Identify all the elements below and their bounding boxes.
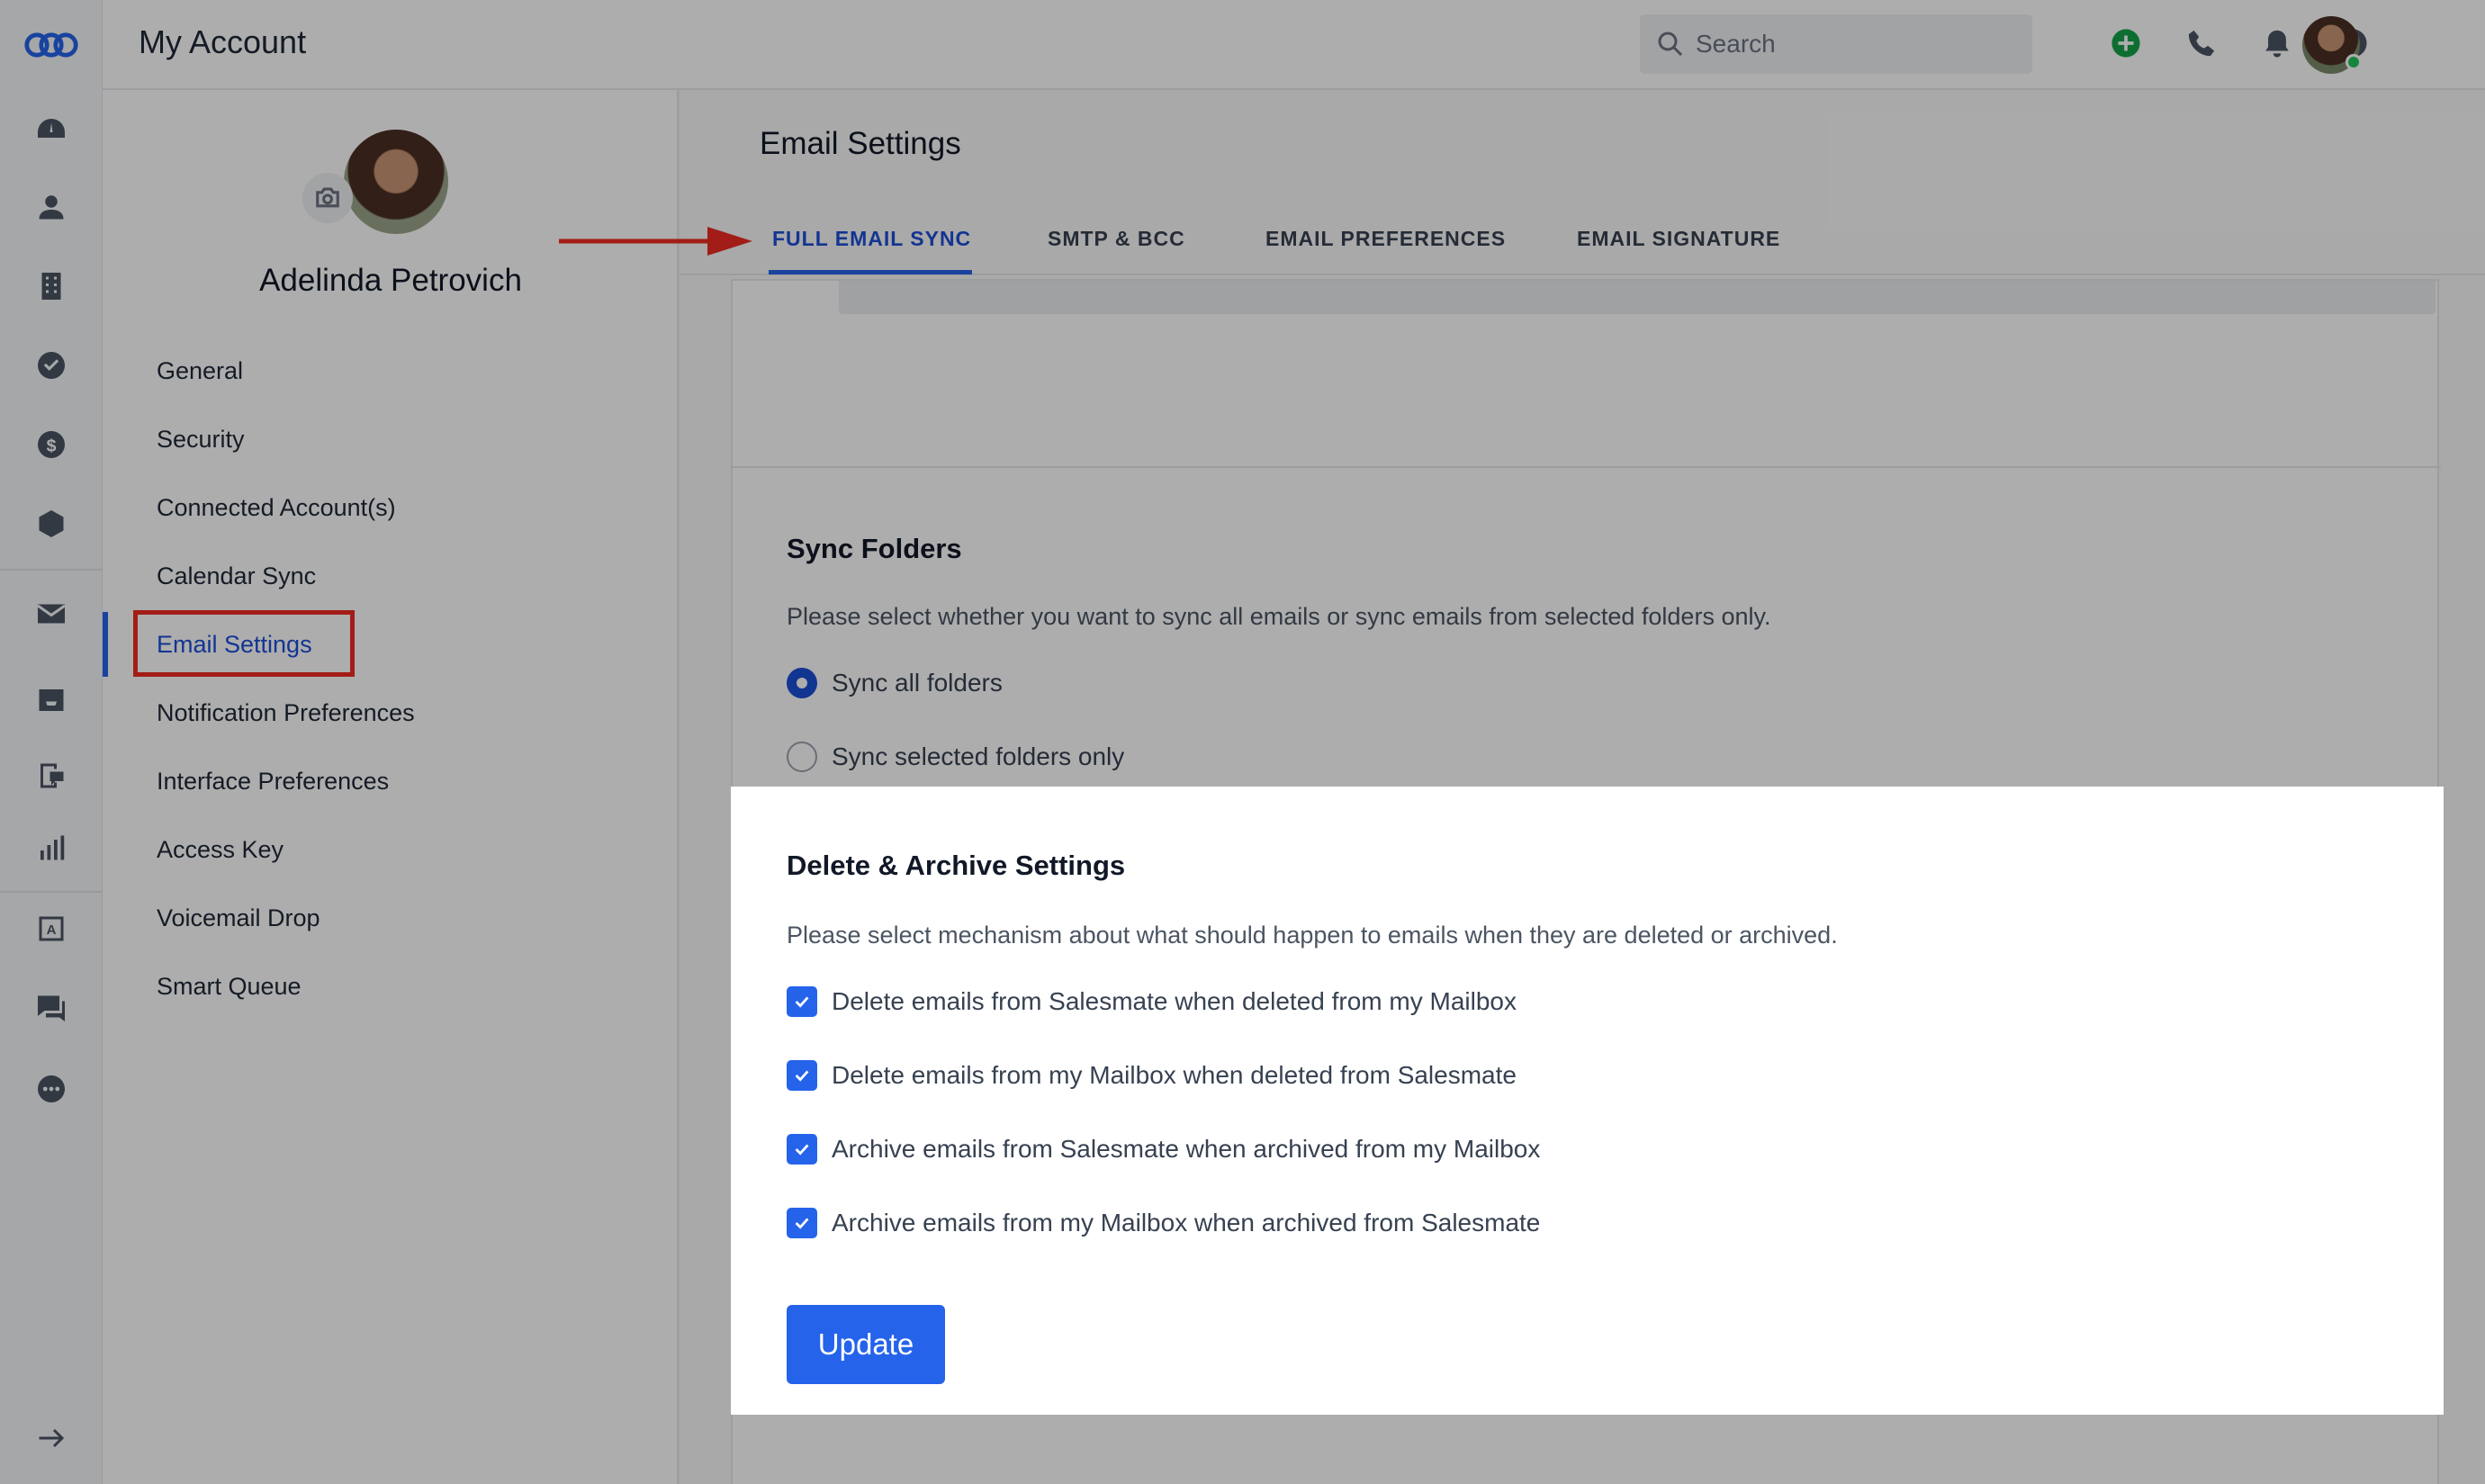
inbox-icon[interactable]: [0, 673, 103, 727]
delete-archive-description: Please select mechanism about what shoul…: [787, 922, 1838, 949]
tab-email-signature[interactable]: EMAIL SIGNATURE: [1577, 227, 1780, 251]
top-bar: My Account ?: [103, 0, 2485, 90]
checkbox-delete-mailbox-from-salesmate[interactable]: Delete emails from my Mailbox when delet…: [787, 1060, 1517, 1091]
checkbox[interactable]: [787, 1060, 817, 1091]
radio-button-selected[interactable]: [787, 668, 817, 698]
checkbox-label: Archive emails from my Mailbox when arch…: [832, 1209, 1541, 1237]
search-box[interactable]: [1640, 14, 2032, 74]
previous-section-strip: [839, 281, 2435, 314]
sync-folders-description: Please select whether you want to sync a…: [787, 603, 1771, 630]
profile-avatar: [344, 130, 448, 234]
camera-icon[interactable]: [302, 173, 353, 223]
products-icon[interactable]: [0, 497, 103, 551]
tab-full-email-sync[interactable]: FULL EMAIL SYNC: [772, 227, 971, 251]
sync-folders-title: Sync Folders: [787, 533, 962, 564]
radio-sync-all-folders[interactable]: Sync all folders: [787, 668, 1003, 698]
radio-button[interactable]: [787, 742, 817, 772]
annotation-arrow-icon: [559, 227, 752, 256]
checkbox-label: Delete emails from Salesmate when delete…: [832, 987, 1517, 1015]
reports-icon[interactable]: [0, 821, 103, 875]
menu-item-security[interactable]: Security: [157, 419, 245, 459]
radio-sync-selected-folders[interactable]: Sync selected folders only: [787, 742, 1124, 772]
menu-item-connected-accounts[interactable]: Connected Account(s): [157, 488, 396, 527]
search-icon: [1658, 31, 1683, 57]
active-menu-indicator: [103, 612, 108, 677]
radio-label: Sync all folders: [832, 669, 1003, 697]
radio-label: Sync selected folders only: [832, 742, 1125, 770]
sequences-icon[interactable]: [0, 749, 103, 803]
delete-archive-title: Delete & Archive Settings: [787, 850, 1126, 881]
app-title: My Account: [139, 23, 307, 60]
contacts-icon[interactable]: [0, 180, 103, 234]
profile-name: Adelinda Petrovich: [259, 263, 522, 298]
account-sidebar: Adelinda Petrovich General Security Conn…: [103, 90, 679, 1484]
deals-icon[interactable]: $: [0, 418, 103, 472]
online-status-dot: [2345, 54, 2362, 70]
page-title: Email Settings: [760, 126, 961, 161]
menu-item-smart-queue[interactable]: Smart Queue: [157, 967, 302, 1006]
tab-bar: FULL EMAIL SYNC SMTP & BCC EMAIL PREFERE…: [559, 207, 2485, 275]
menu-item-access-key[interactable]: Access Key: [157, 830, 284, 869]
checkbox[interactable]: [787, 1134, 817, 1165]
tasks-icon[interactable]: [0, 338, 103, 392]
menu-item-voicemail-drop[interactable]: Voicemail Drop: [157, 898, 320, 938]
bell-icon[interactable]: [2259, 25, 2295, 61]
update-button[interactable]: Update: [787, 1305, 945, 1384]
companies-icon[interactable]: [0, 259, 103, 313]
menu-item-notification-preferences[interactable]: Notification Preferences: [157, 693, 415, 733]
menu-item-interface-preferences[interactable]: Interface Preferences: [157, 761, 389, 801]
tab-email-preferences[interactable]: EMAIL PREFERENCES: [1265, 227, 1506, 251]
search-input[interactable]: [1696, 27, 2011, 61]
email-icon[interactable]: [0, 587, 103, 641]
menu-item-calendar-sync[interactable]: Calendar Sync: [157, 556, 316, 596]
section-divider: [733, 466, 2441, 468]
delete-archive-panel: Delete & Archive Settings Please select …: [731, 787, 2444, 1415]
svg-text:$: $: [47, 436, 57, 456]
checkbox-label: Delete emails from my Mailbox when delet…: [832, 1061, 1517, 1089]
expand-icon[interactable]: [0, 1411, 103, 1465]
menu-item-email-settings[interactable]: Email Settings: [157, 625, 312, 664]
chat-icon[interactable]: [0, 981, 103, 1035]
phone-icon[interactable]: [2183, 25, 2219, 61]
checkbox[interactable]: [787, 986, 817, 1017]
left-rail: $ A: [0, 0, 103, 1484]
add-icon[interactable]: [2108, 25, 2144, 61]
logo-icon[interactable]: [0, 18, 103, 72]
active-tab-underline: [769, 270, 972, 274]
menu-item-general[interactable]: General: [157, 351, 243, 391]
more-icon[interactable]: [0, 1062, 103, 1116]
checkbox[interactable]: [787, 1208, 817, 1238]
checkbox-delete-salesmate-from-mailbox[interactable]: Delete emails from Salesmate when delete…: [787, 986, 1517, 1017]
svg-text:A: A: [47, 922, 57, 938]
checkbox-label: Archive emails from Salesmate when archi…: [832, 1135, 1541, 1163]
checkbox-archive-mailbox-from-salesmate[interactable]: Archive emails from my Mailbox when arch…: [787, 1208, 1540, 1238]
checkbox-archive-salesmate-from-mailbox[interactable]: Archive emails from Salesmate when archi…: [787, 1134, 1540, 1165]
dashboard-icon[interactable]: [0, 103, 103, 157]
automation-icon[interactable]: A: [0, 902, 103, 956]
tab-smtp-bcc[interactable]: SMTP & BCC: [1048, 227, 1185, 251]
